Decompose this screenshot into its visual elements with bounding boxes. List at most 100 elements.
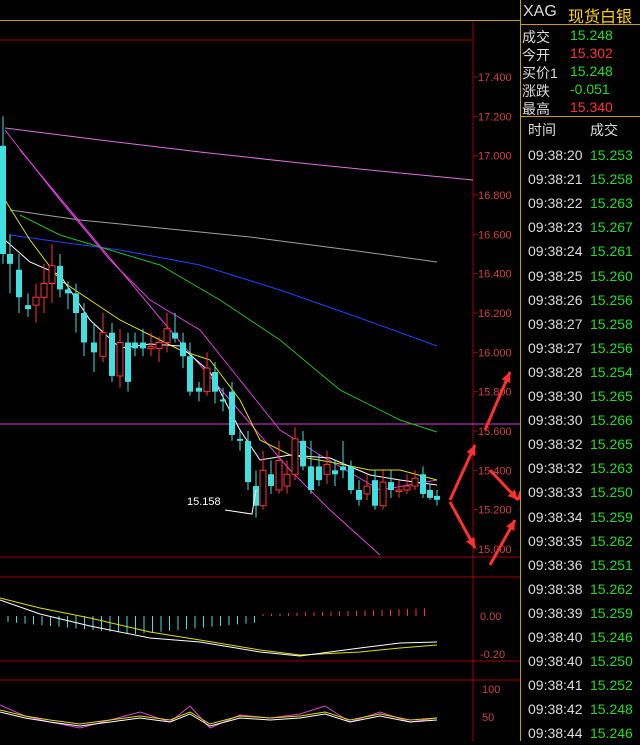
tick-row: 09:38:23 15.267	[520, 215, 640, 239]
candle-body-down	[0, 145, 6, 254]
low-annotation-pointer	[224, 489, 257, 515]
tick-row: 09:38:36 15.251	[520, 553, 640, 577]
candle-body-down	[65, 289, 71, 294]
tick-row: 09:38:42 15.248	[520, 697, 640, 721]
tick-time: 09:38:24	[528, 243, 583, 260]
tick-row: 09:38:30 15.266	[520, 408, 640, 432]
tick-row: 09:38:26 15.256	[520, 288, 640, 312]
tick-row: 09:38:24 15.261	[520, 239, 640, 263]
tick-time: 09:38:23	[528, 219, 583, 236]
tick-row: 09:38:27 15.256	[520, 336, 640, 360]
candle-body-down	[427, 490, 433, 498]
tick-time: 09:38:42	[528, 701, 583, 718]
tick-row: 09:38:32 15.263	[520, 456, 640, 480]
tick-time: 09:38:44	[528, 725, 583, 742]
tick-price: 15.256	[590, 291, 633, 308]
tick-row: 09:38:27 15.258	[520, 312, 640, 336]
quote-row: 买价1 15.248	[520, 62, 640, 81]
macd-axis-tick-label: 0.00	[480, 611, 501, 623]
candle-body-down	[125, 342, 131, 382]
symbol-title: XAG 现货白银	[520, 0, 640, 26]
tick-price: 15.248	[590, 701, 633, 718]
tick-time: 09:38:22	[528, 195, 583, 212]
candle-body-down	[388, 482, 394, 490]
candle-body-up	[275, 460, 283, 491]
candle-body-up	[395, 489, 403, 492]
tick-price: 15.251	[590, 556, 633, 573]
tick-time: 09:38:28	[528, 363, 583, 380]
candle-body-up	[116, 342, 124, 377]
title-divider	[520, 24, 640, 25]
panel-divider	[520, 0, 521, 741]
candle-body-up	[323, 463, 331, 475]
candle-body-down	[420, 474, 426, 494]
tick-time: 09:38:25	[528, 267, 583, 284]
main-axis-tick-label: 16.000	[478, 347, 512, 359]
tick-time: 09:38:32	[528, 460, 583, 477]
tick-row: 09:38:41 15.252	[520, 673, 640, 697]
tick-price: 15.267	[590, 219, 633, 236]
tick-row: 09:38:21 15.258	[520, 167, 640, 191]
ticks-header-price: 成交	[590, 122, 618, 138]
candle-body-up	[291, 438, 299, 475]
quote-value: 15.248	[570, 27, 613, 43]
top-border	[0, 20, 520, 21]
quote-row: 最高 15.340	[520, 98, 640, 117]
candle-body-down	[220, 399, 226, 402]
quote-row: 成交 15.248	[520, 26, 640, 45]
quote-value: 15.302	[570, 45, 613, 61]
candle-body-down	[91, 342, 97, 353]
quote-row: 今开 15.302	[520, 44, 640, 63]
candle-body-down	[340, 466, 346, 471]
tick-price: 15.260	[590, 267, 633, 284]
candlestick-chart[interactable]: 17.400 17.200 17.000 16.800 16.600 16.400 16.2…	[0, 0, 520, 741]
candle-body-up	[155, 342, 163, 349]
tick-row: 09:38:38 15.262	[520, 577, 640, 601]
candle-body-down	[229, 391, 235, 435]
tick-time: 09:38:36	[528, 556, 583, 573]
tick-price: 15.259	[590, 604, 633, 621]
main-axis-tick-label: 17.000	[478, 151, 512, 163]
tick-row: 09:38:40 15.246	[520, 625, 640, 649]
candle-body-down	[180, 342, 186, 357]
tick-time: 09:38:41	[528, 677, 583, 694]
tick-row: 09:38:44 15.246	[520, 721, 640, 745]
tick-time: 09:38:34	[528, 508, 583, 525]
main-axis-tick-label: 15.600	[478, 426, 512, 438]
candle-body-down	[212, 372, 218, 392]
candle-body-up	[283, 473, 291, 487]
symbol-code: XAG	[523, 3, 557, 20]
candle-body-up	[48, 265, 56, 284]
ma-white	[4, 239, 438, 486]
main-axis-tick-label: 16.600	[478, 229, 512, 241]
tick-row: 09:38:20 15.253	[520, 143, 640, 167]
tick-time: 09:38:27	[528, 339, 583, 356]
candle-body-down	[316, 466, 322, 481]
tick-row: 09:38:22 15.263	[520, 191, 640, 215]
tick-time: 09:38:20	[528, 147, 583, 163]
tick-time: 09:38:35	[528, 532, 583, 549]
main-axis-tick-label: 17.200	[478, 111, 512, 123]
chart-area[interactable]: 17.400 17.200 17.000 16.800 16.600 16.400 16.2…	[0, 0, 520, 741]
candle-body-up	[259, 469, 267, 507]
tick-price: 15.263	[590, 195, 633, 212]
quote-divider	[520, 116, 640, 117]
candle-body-up	[163, 328, 171, 344]
main-axis-tick-label: 15.200	[478, 505, 512, 517]
candle-body-down	[308, 466, 314, 490]
candle-body-down	[25, 305, 31, 310]
candle-body-down	[81, 313, 87, 343]
tick-price: 15.266	[590, 412, 633, 429]
main-axis-tick-label: 15.800	[478, 387, 512, 399]
tick-row: 09:38:34 15.259	[520, 505, 640, 529]
candle-body-down	[434, 495, 440, 500]
tick-price: 15.261	[590, 243, 633, 260]
tick-price: 15.256	[590, 339, 633, 356]
candle-body-down	[332, 470, 338, 475]
tick-row: 09:38:35 15.262	[520, 529, 640, 553]
ticks-header-time: 时间	[528, 122, 556, 138]
quote-value: 15.340	[570, 99, 613, 115]
kdj-axis-tick-label: 100	[482, 684, 500, 696]
candle-body-down	[172, 332, 178, 339]
candle-body-down	[268, 474, 274, 487]
